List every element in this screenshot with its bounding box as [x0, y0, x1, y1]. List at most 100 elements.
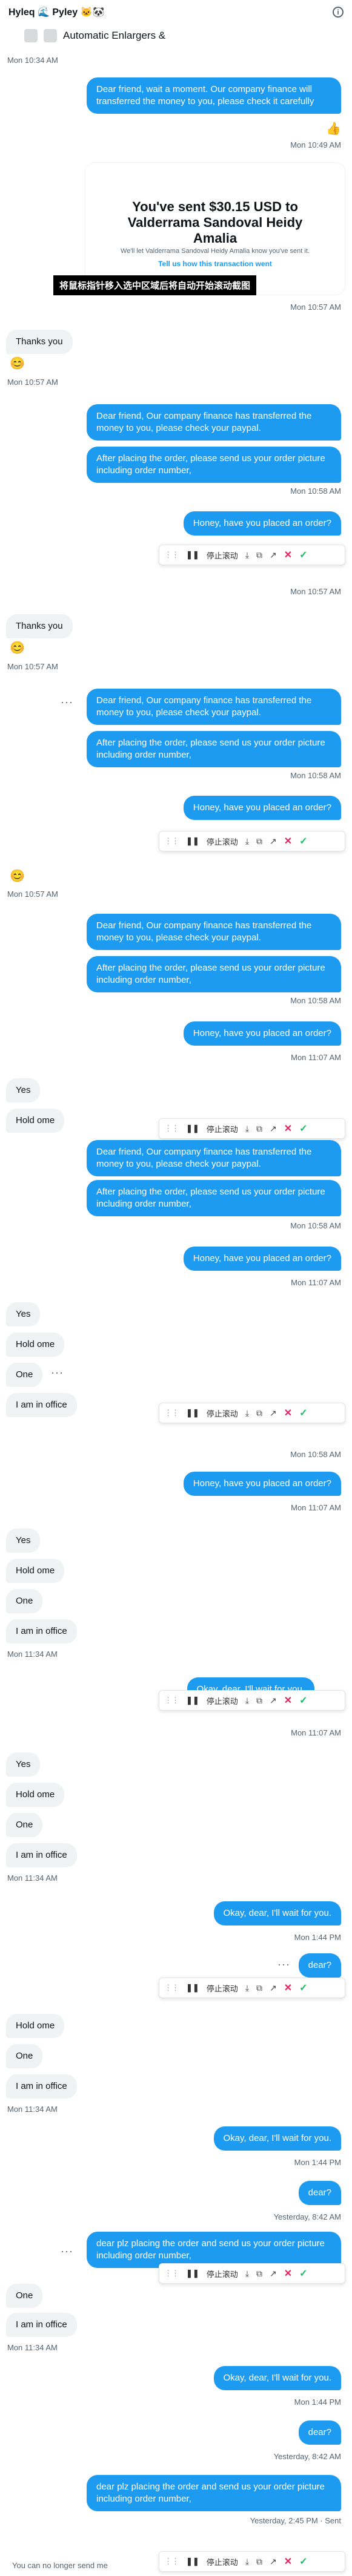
download-icon[interactable]: ⤓ [245, 1408, 249, 1418]
drag-handle-icon[interactable]: ⋮⋮ [164, 2557, 179, 2566]
message-in[interactable]: One [6, 1363, 43, 1387]
message-out[interactable]: dear? [298, 2181, 341, 2205]
message-out[interactable]: Okay, dear, I'll wait for you. [213, 2366, 341, 2390]
message-in[interactable]: I am in office [6, 2313, 77, 2337]
pause-icon[interactable]: ❚❚ [186, 1983, 199, 1993]
copy-icon[interactable]: ⧉ [256, 836, 262, 847]
message-in[interactable]: One [6, 2044, 43, 2068]
message-out[interactable]: Dear friend, Our company finance has tra… [87, 1140, 341, 1176]
open-icon[interactable]: ↗ [270, 2269, 277, 2279]
message-out[interactable]: Honey, have you placed an order? [183, 1472, 341, 1496]
confirm-icon[interactable]: ✓ [299, 1122, 307, 1135]
download-icon[interactable]: ⤓ [245, 2557, 249, 2567]
close-icon[interactable]: ✕ [284, 1982, 292, 1994]
message-in[interactable]: Thanks you [6, 614, 73, 638]
drag-handle-icon[interactable]: ⋮⋮ [164, 1124, 179, 1133]
message-out[interactable]: After placing the order, please send us … [87, 1180, 341, 1216]
copy-icon[interactable]: ⧉ [256, 1124, 262, 1134]
close-icon[interactable]: ✕ [284, 2267, 292, 2279]
message-in[interactable]: Hold ome [6, 2014, 65, 2038]
message-in[interactable]: Hold ome [6, 1559, 65, 1583]
message-in[interactable]: Yes [6, 1302, 41, 1326]
pause-icon[interactable]: ❚❚ [186, 836, 199, 846]
copy-icon[interactable]: ⧉ [256, 2269, 262, 2279]
pause-icon[interactable]: ❚❚ [186, 2557, 199, 2566]
message-out[interactable]: After placing the order, please send us … [87, 731, 341, 767]
copy-icon[interactable]: ⧉ [256, 1983, 262, 1993]
close-icon[interactable]: ✕ [284, 835, 292, 847]
confirm-icon[interactable]: ✓ [299, 1407, 307, 1419]
message-in[interactable]: One [6, 1589, 43, 1613]
message-in[interactable]: Hold ome [6, 1332, 65, 1357]
close-icon[interactable]: ✕ [284, 1122, 292, 1135]
message-out[interactable]: dear? [298, 1953, 341, 1978]
message-in[interactable]: Yes [6, 1529, 41, 1553]
download-icon[interactable]: ⤓ [245, 1983, 249, 1993]
message-out[interactable]: Okay, dear, I'll wait for you. [213, 2126, 341, 2151]
message-in[interactable]: Hold ome [6, 1783, 65, 1807]
close-icon[interactable]: ✕ [284, 1694, 292, 1706]
stop-scroll-label[interactable]: 停止滚动 [207, 1695, 238, 1706]
message-out[interactable]: Honey, have you placed an order? [183, 1247, 341, 1271]
message-out[interactable]: After placing the order, please send us … [87, 447, 341, 483]
drag-handle-icon[interactable]: ⋮⋮ [164, 1408, 179, 1418]
pause-icon[interactable]: ❚❚ [186, 2269, 199, 2278]
download-icon[interactable]: ⤓ [245, 550, 249, 560]
confirm-icon[interactable]: ✓ [299, 549, 307, 561]
message-out[interactable]: Okay, dear, I'll wait for you. [213, 1901, 341, 1925]
open-icon[interactable]: ↗ [270, 550, 277, 560]
confirm-icon[interactable]: ✓ [299, 2267, 307, 2279]
message-in[interactable]: Yes [6, 1752, 41, 1777]
open-icon[interactable]: ↗ [270, 2557, 277, 2567]
close-icon[interactable]: ✕ [284, 1407, 292, 1419]
message-out[interactable]: Dear friend, Our company finance has tra… [87, 404, 341, 441]
message-in[interactable]: One [6, 2284, 43, 2308]
message-in[interactable]: I am in office [6, 2074, 77, 2099]
confirm-icon[interactable]: ✓ [299, 1982, 307, 1994]
stop-scroll-label[interactable]: 停止滚动 [207, 2268, 238, 2279]
message-out[interactable]: dear? [298, 2420, 341, 2445]
download-icon[interactable]: ⤓ [245, 2269, 249, 2279]
contact-name[interactable]: Hyleq 🌊 Pyley 🐱🐼 [8, 6, 104, 18]
card-link[interactable]: Tell us how this transaction went [85, 260, 345, 268]
info-icon[interactable]: i [333, 7, 344, 18]
drag-handle-icon[interactable]: ⋮⋮ [164, 836, 179, 846]
message-out[interactable]: Honey, have you placed an order? [183, 796, 341, 820]
stop-scroll-label[interactable]: 停止滚动 [207, 1982, 238, 1994]
download-icon[interactable]: ⤓ [245, 1696, 249, 1706]
message-out[interactable]: After placing the order, please send us … [87, 956, 341, 992]
message-in[interactable]: Thanks you [6, 330, 73, 354]
confirm-icon[interactable]: ✓ [299, 2555, 307, 2568]
pause-icon[interactable]: ❚❚ [186, 1124, 199, 1133]
drag-handle-icon[interactable]: ⋮⋮ [164, 2269, 179, 2278]
message-out[interactable]: dear plz placing the order and send us y… [87, 2475, 341, 2511]
open-icon[interactable]: ↗ [270, 836, 277, 847]
stop-scroll-label[interactable]: 停止滚动 [207, 549, 238, 561]
message-out[interactable]: Dear friend, Our company finance has tra… [87, 914, 341, 950]
more-icon[interactable]: ··· [277, 1958, 290, 1971]
download-icon[interactable]: ⤓ [245, 836, 249, 847]
message-in[interactable]: I am in office [6, 1619, 77, 1644]
message-in[interactable]: Yes [6, 1078, 41, 1103]
message-in[interactable]: One [6, 1813, 43, 1837]
pause-icon[interactable]: ❚❚ [186, 1408, 199, 1418]
more-icon[interactable]: ··· [61, 2245, 73, 2258]
drag-handle-icon[interactable]: ⋮⋮ [164, 1983, 179, 1993]
message-out[interactable]: Honey, have you placed an order? [183, 511, 341, 536]
copy-icon[interactable]: ⧉ [256, 1696, 262, 1706]
copy-icon[interactable]: ⧉ [256, 2557, 262, 2567]
message-out[interactable]: dear plz placing the order and send us y… [87, 2232, 341, 2268]
stop-scroll-label[interactable]: 停止滚动 [207, 1123, 238, 1135]
open-icon[interactable]: ↗ [270, 1408, 277, 1418]
open-icon[interactable]: ↗ [270, 1983, 277, 1993]
drag-handle-icon[interactable]: ⋮⋮ [164, 1696, 179, 1705]
open-icon[interactable]: ↗ [270, 1696, 277, 1706]
download-icon[interactable]: ⤓ [245, 1124, 249, 1134]
message-out[interactable]: Dear friend, Our company finance has tra… [87, 689, 341, 725]
stop-scroll-label[interactable]: 停止滚动 [207, 2556, 238, 2568]
stop-scroll-label[interactable]: 停止滚动 [207, 1408, 238, 1419]
pause-icon[interactable]: ❚❚ [186, 550, 199, 560]
message-in[interactable]: I am in office [6, 1393, 77, 1417]
message-out[interactable]: Dear friend, wait a moment. Our company … [87, 77, 341, 114]
close-icon[interactable]: ✕ [284, 549, 292, 561]
